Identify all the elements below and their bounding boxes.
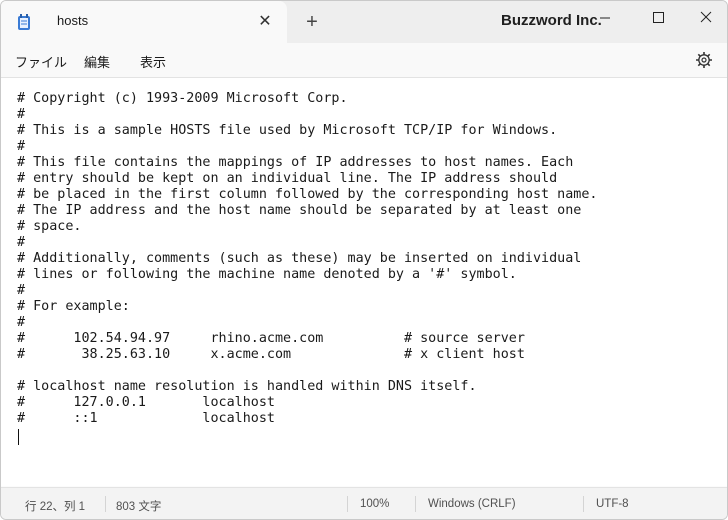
menu-view[interactable]: 表示 [140,52,166,71]
editor-line: ​ [17,427,597,443]
minimize-icon[interactable] [589,6,621,30]
text-caret [18,429,19,445]
editor-line: # Copyright (c) 1993-2009 Microsoft Corp… [17,91,348,106]
maximize-icon[interactable] [642,6,674,30]
editor-line: # [17,315,26,330]
status-divider [105,496,106,512]
editor-line: # [17,283,26,298]
editor-line: # For example: [17,299,130,314]
notepad-icon [18,14,30,30]
app-name: Buzzword Inc. [501,12,602,29]
status-divider [415,496,416,512]
editor-line: # 102.54.94.97 rhino.acme.com # source s… [17,331,525,346]
editor-text: # Copyright (c) 1993-2009 Microsoft Corp… [17,91,597,443]
status-divider [583,496,584,512]
editor-line: # entry should be kept on an individual … [17,171,558,186]
editor-line: # localhost name resolution is handled w… [17,379,477,394]
character-count: 803 文字 [116,501,162,513]
editor-line: # ::1 localhost [17,411,275,426]
notepad-window: hosts ✕ + Buzzword Inc. ファイル 編集 表示 # Cop… [0,0,728,520]
close-tab-icon[interactable]: ✕ [257,14,273,30]
editor-line: ​ [17,363,597,379]
menu-bar: ファイル 編集 表示 [1,43,727,78]
editor-line: # This is a sample HOSTS file used by Mi… [17,123,558,138]
editor-line: # The IP address and the host name shoul… [17,203,582,218]
tab-hosts[interactable]: hosts ✕ [1,1,287,43]
tab-title: hosts [57,13,89,28]
close-window-icon[interactable] [690,6,722,30]
editor-line: # [17,235,26,250]
editor-line: # This file contains the mappings of IP … [17,155,574,170]
menu-file[interactable]: ファイル [15,52,67,71]
editor-line: # be placed in the first column followed… [17,187,598,202]
line-ending[interactable]: Windows (CRLF) [428,498,516,510]
status-divider [347,496,348,512]
editor-line: # space. [17,219,82,234]
editor-line: # [17,139,26,154]
editor-line: # [17,107,26,122]
editor-line: # 38.25.63.10 x.acme.com # x client host [17,347,525,362]
editor-line: # lines or following the machine name de… [17,267,517,282]
cursor-position: 行 22、列 1 [25,501,86,513]
editor-line: # Additionally, comments (such as these)… [17,251,582,266]
status-bar: 行 22、列 1 803 文字 100% Windows (CRLF) UTF-… [1,487,727,519]
zoom-level[interactable]: 100% [360,498,389,510]
text-editor[interactable]: # Copyright (c) 1993-2009 Microsoft Corp… [1,78,727,486]
new-tab-button[interactable]: + [303,12,321,32]
menu-edit[interactable]: 編集 [84,52,110,71]
gear-icon[interactable] [695,51,713,69]
encoding[interactable]: UTF-8 [596,498,629,510]
editor-line: # 127.0.0.1 localhost [17,395,275,410]
title-bar: hosts ✕ + Buzzword Inc. [1,1,727,43]
